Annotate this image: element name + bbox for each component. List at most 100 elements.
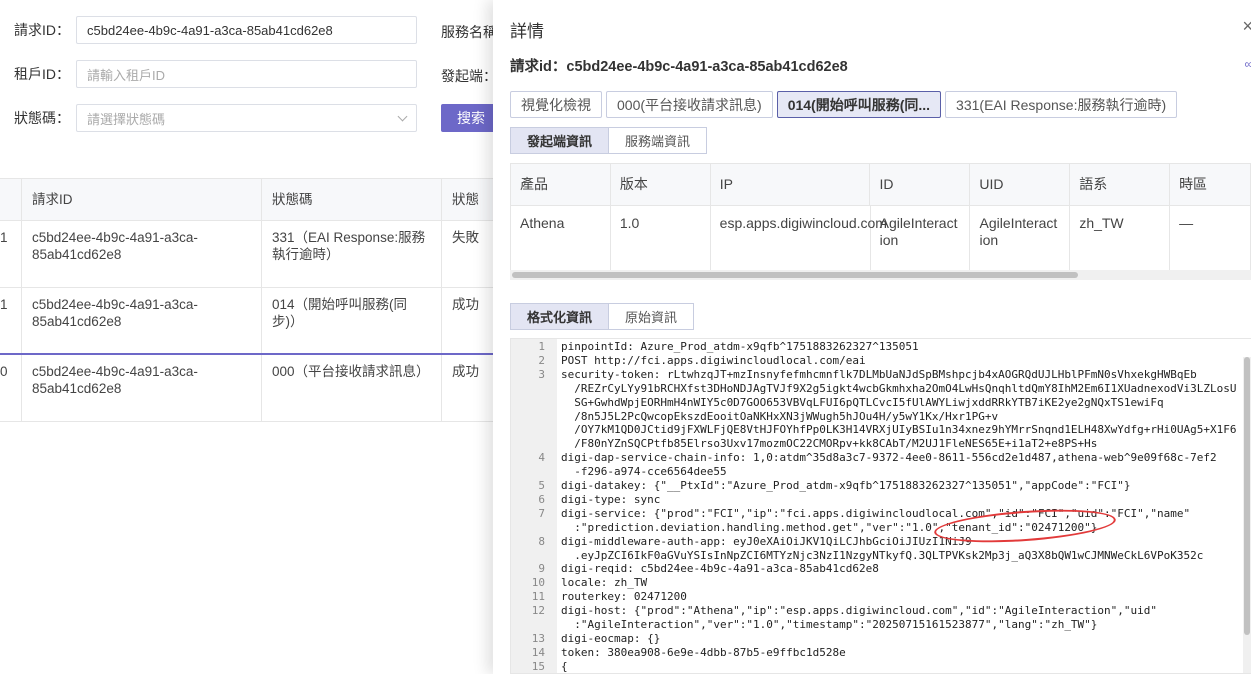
line-text: locale: zh_TW (561, 576, 648, 590)
filter-request-id: 請求ID： c5bd24ee-4b9c-4a91-a3ca-85ab41cd62… (0, 16, 417, 44)
code-line: 3 security-token: rLtwhzqJT+mzInsnyfefmhc… (511, 367, 1196, 381)
line-number: 7 (538, 506, 545, 520)
table-row[interactable]: 0 c5bd24ee-4b9c-4a91-a3ca-85ab41cd62e8 0… (0, 355, 500, 422)
code-line: .eyJpZCI6IkF0aGVuYSIsInNpZCI6MTYzNjc3NzI… (511, 549, 1203, 562)
row-index: 1 (0, 221, 22, 287)
detail-drawer: 詳情 × 請求id：c5bd24ee-4b9c-4a91-a3ca-85ab41… (493, 0, 1251, 674)
line-text: POST http://fci.apps.digiwincloudlocal.c… (561, 353, 866, 367)
subtab-server-info[interactable]: 服務端資訊 (609, 127, 708, 154)
info-table-header: 產品 版本 IP ID UID 語系 時區 (511, 164, 1251, 206)
vertical-scrollbar[interactable] (1243, 357, 1251, 673)
header-ip: IP (711, 164, 871, 205)
cell-version: 1.0 (611, 206, 711, 270)
header-language: 語系 (1070, 164, 1171, 205)
line-number: 3 (538, 367, 545, 381)
code-line: :"prediction.deviation.handling.method.g… (511, 521, 1097, 534)
code-line: :"AgileInteraction","ver":"1.0","timesta… (511, 618, 1097, 631)
cell-uid: AgileInteraction (970, 206, 1071, 270)
drawer-title: 詳情 (510, 22, 544, 41)
code-line: /OY7kM1QD0JCtid9jFXWLFjQE8VtHJFOYhfPp0LK… (511, 423, 1236, 436)
code-line: 4 digi-dap-service-chain-info: 1,0:atdm^3… (511, 451, 1216, 465)
code-viewer[interactable]: 1 pinpointId: Azure_Prod_atdm-x9qfb^17518… (510, 338, 1251, 674)
line-text: { (561, 659, 568, 673)
request-id-input[interactable]: c5bd24ee-4b9c-4a91-a3ca-85ab41cd62e8 (76, 16, 417, 44)
header-index (0, 179, 22, 220)
code-line: 10 locale: zh_TW (511, 576, 647, 590)
line-number: 5 (538, 479, 545, 492)
line-number: 2 (538, 353, 545, 367)
filter-tenant-id: 租戶ID： 請輸入租戶ID (0, 60, 417, 88)
cell-timezone: — (1170, 206, 1251, 270)
filter-status: 狀態碼： 請選擇狀態碼 (0, 104, 417, 132)
tenant-id-label: 租戶ID： (14, 66, 70, 82)
subtab-raw[interactable]: 原始資訊 (609, 303, 695, 330)
code-line: 13 digi-eocmap: {} (511, 632, 661, 645)
line-text: routerkey: 02471200 (561, 590, 687, 604)
header-timezone: 時區 (1170, 164, 1251, 205)
horizontal-scrollbar[interactable] (510, 270, 1251, 280)
line-number: 8 (538, 534, 545, 548)
status-select-placeholder: 請選擇狀態碼 (87, 111, 166, 127)
header-status-code: 狀態碼 (262, 179, 442, 220)
tab-014[interactable]: 014(開始呼叫服務(同... (776, 91, 942, 118)
line-text: token: 380ea908-6e9e-4dbb-87b5-e9ffbc1d5… (561, 645, 846, 659)
code-line: /REZrCyLYy91bRCHXfst3DHoNDJAgTVJf9X2g5ig… (511, 382, 1236, 395)
line-number: 10 (531, 576, 545, 590)
scrollbar-thumb[interactable] (512, 272, 1078, 278)
line-text: -f296-a974-cce6564dee55 (561, 465, 727, 479)
line-number: 12 (531, 604, 545, 618)
line-number: 9 (538, 562, 545, 576)
search-button[interactable]: 搜索 (441, 104, 501, 132)
scrollbar-thumb[interactable] (1244, 357, 1250, 635)
info-subtabs: 發起端資訊 服務端資訊 (510, 127, 708, 154)
row-status-code: 331（EAI Response:服務執行逾時） (262, 221, 442, 287)
tab-000[interactable]: 000(平台接收請求訊息) (606, 91, 773, 118)
link-icon[interactable]: ∞ (1244, 57, 1251, 71)
table-row: Athena 1.0 esp.apps.digiwincloud.com Agi… (511, 206, 1251, 270)
line-text: SG+GwhdWpjEORHmH4nWIY5c0D7GOO653VBVqLFUI… (561, 395, 1164, 409)
header-request-id: 請求ID (22, 179, 262, 220)
table-row[interactable]: 1 c5bd24ee-4b9c-4a91-a3ca-85ab41cd62e8 3… (0, 221, 500, 288)
cell-id: AgileInteraction (871, 206, 971, 270)
subtab-formatted[interactable]: 格式化資訊 (510, 303, 610, 330)
service-name-label: 服務名稱 (441, 24, 497, 40)
row-request-id: c5bd24ee-4b9c-4a91-a3ca-85ab41cd62e8 (22, 355, 262, 421)
tab-331[interactable]: 331(EAI Response:服務執行逾時) (945, 91, 1178, 118)
code-line: 15 { (511, 659, 568, 673)
status-select[interactable]: 請選擇狀態碼 (76, 104, 417, 132)
subtab-initiator-info[interactable]: 發起端資訊 (510, 127, 610, 154)
cell-language: zh_TW (1070, 206, 1171, 270)
tab-visual-view[interactable]: 視覺化檢視 (510, 91, 602, 118)
code-line: 5 digi-datakey: {"__PtxId":"Azure_Prod_at… (511, 479, 1130, 492)
tenant-id-input[interactable]: 請輸入租戶ID (76, 60, 417, 88)
cell-ip: esp.apps.digiwincloud.com (711, 206, 887, 270)
line-number: 6 (538, 492, 545, 506)
row-status-code: 000（平台接收請求訊息） (262, 355, 442, 421)
code-line: 9 digi-reqid: c5bd24ee-4b9c-4a91-a3ca-85a… (511, 562, 879, 576)
format-subtabs: 格式化資訊 原始資訊 (510, 303, 695, 330)
status-tabs: 視覺化檢視 000(平台接收請求訊息) 014(開始呼叫服務(同... 331(… (510, 91, 1178, 118)
close-icon[interactable]: × (1242, 16, 1251, 37)
code-line: 12 digi-host: {"prod":"Athena","ip":"esp.… (511, 604, 1157, 618)
line-text: digi-reqid: c5bd24ee-4b9c-4a91-a3ca-85ab… (561, 562, 879, 576)
row-status: 失敗 (452, 230, 479, 245)
line-text: digi-host: {"prod":"Athena","ip":"esp.ap… (561, 604, 1158, 618)
code-line: 6 digi-type: sync (511, 492, 660, 506)
row-status-code: 014（開始呼叫服務(同步)） (262, 288, 442, 353)
request-id-label: 請求ID： (14, 22, 70, 38)
line-text: .eyJpZCI6IkF0aGVuYSIsInNpZCI6MTYzNjc3NzI… (561, 548, 1204, 562)
header-uid: UID (970, 164, 1071, 205)
line-number: 4 (538, 451, 545, 465)
line-number: 11 (531, 590, 545, 604)
code-line: 11 routerkey: 02471200 (511, 590, 687, 604)
line-number: 15 (531, 659, 545, 673)
code-line: -f296-a974-cce6564dee55 (511, 465, 726, 478)
row-request-id: c5bd24ee-4b9c-4a91-a3ca-85ab41cd62e8 (22, 288, 262, 353)
cell-product: Athena (511, 206, 611, 270)
drawer-request-id: 請求id：c5bd24ee-4b9c-4a91-a3ca-85ab41cd62e… (510, 59, 848, 75)
line-text: pinpointId: Azure_Prod_atdm-x9qfb^175188… (561, 340, 919, 353)
row-request-id: c5bd24ee-4b9c-4a91-a3ca-85ab41cd62e8 (22, 221, 262, 287)
code-line: 7 digi-service: {"prod":"FCI","ip":"fci.a… (511, 506, 1190, 520)
table-row[interactable]: 1 c5bd24ee-4b9c-4a91-a3ca-85ab41cd62e8 0… (0, 288, 500, 355)
line-text: digi-middleware-auth-app: eyJ0eXAiOiJKV1… (561, 534, 972, 548)
